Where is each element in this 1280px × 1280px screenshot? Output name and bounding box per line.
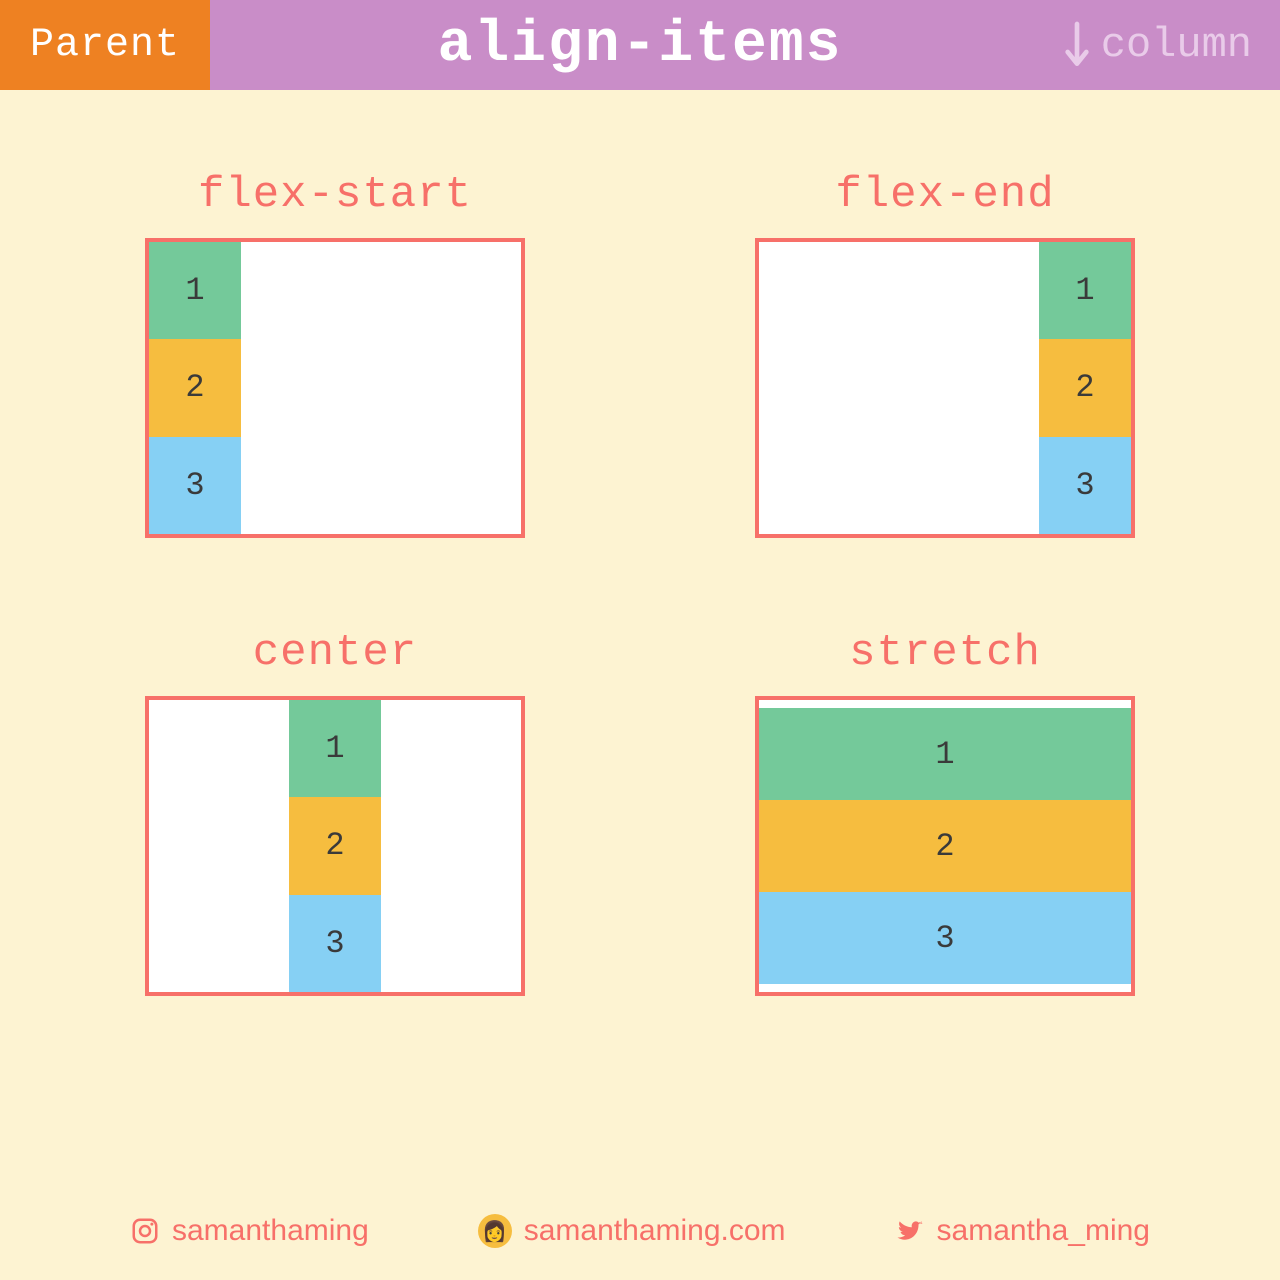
example-flex-start: flex-start 1 2 3 xyxy=(120,170,550,538)
flex-item: 1 xyxy=(759,708,1131,800)
scope-badge: Parent xyxy=(0,0,210,90)
arrow-down-icon xyxy=(1063,21,1091,69)
instagram-link[interactable]: samanthaming xyxy=(130,1214,369,1248)
footer: samanthaming 👩 samanthaming.com samantha… xyxy=(0,1214,1280,1248)
flex-container: 1 2 3 xyxy=(145,238,525,538)
flex-item: 1 xyxy=(289,700,381,797)
twitter-link[interactable]: samantha_ming xyxy=(895,1214,1150,1248)
examples-grid: flex-start 1 2 3 flex-end 1 2 3 center 1… xyxy=(0,90,1280,996)
flex-item: 3 xyxy=(289,895,381,992)
website-url: samanthaming.com xyxy=(524,1214,786,1248)
example-label: stretch xyxy=(849,628,1041,678)
flex-container: 1 2 3 xyxy=(755,696,1135,996)
direction-label: column xyxy=(1101,21,1252,69)
example-center: center 1 2 3 xyxy=(120,628,550,996)
avatar-icon: 👩 xyxy=(478,1214,512,1248)
flex-item: 1 xyxy=(149,242,241,339)
twitter-handle: samantha_ming xyxy=(937,1214,1150,1248)
example-flex-end: flex-end 1 2 3 xyxy=(730,170,1160,538)
instagram-handle: samanthaming xyxy=(172,1214,369,1248)
flex-container: 1 2 3 xyxy=(145,696,525,996)
page-title: align-items xyxy=(438,13,843,78)
website-link[interactable]: 👩 samanthaming.com xyxy=(478,1214,786,1248)
flex-item: 3 xyxy=(759,892,1131,984)
flex-item: 3 xyxy=(1039,437,1131,534)
flex-item: 2 xyxy=(289,797,381,894)
flex-item: 2 xyxy=(1039,339,1131,436)
direction-indicator: column xyxy=(1063,21,1252,69)
twitter-icon xyxy=(895,1216,925,1246)
example-label: flex-start xyxy=(198,170,472,220)
flex-item: 3 xyxy=(149,437,241,534)
instagram-icon xyxy=(130,1216,160,1246)
flex-item: 2 xyxy=(759,800,1131,892)
header: Parent align-items column xyxy=(0,0,1280,90)
example-label: flex-end xyxy=(835,170,1054,220)
flex-item: 2 xyxy=(149,339,241,436)
example-label: center xyxy=(253,628,417,678)
example-stretch: stretch 1 2 3 xyxy=(730,628,1160,996)
flex-container: 1 2 3 xyxy=(755,238,1135,538)
flex-item: 1 xyxy=(1039,242,1131,339)
